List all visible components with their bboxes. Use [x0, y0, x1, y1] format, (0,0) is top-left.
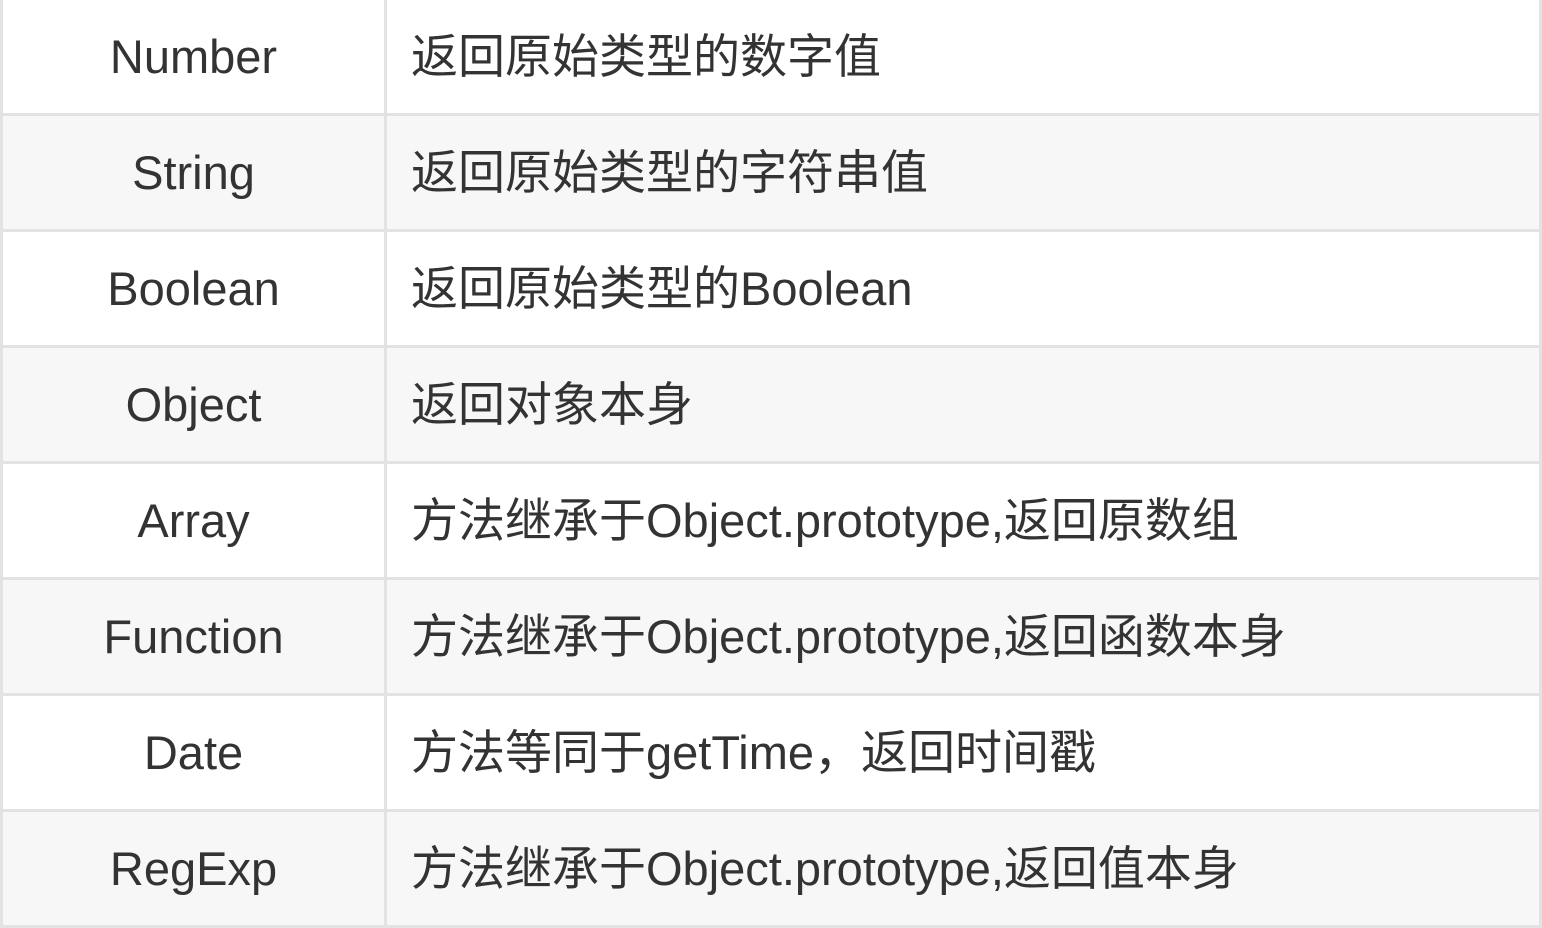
table-row: Date 方法等同于getTime，返回时间戳: [0, 693, 1542, 812]
description-cell: 返回对象本身: [384, 345, 1542, 464]
description-cell: 返回原始类型的数字值: [384, 0, 1542, 116]
table-row: RegExp 方法继承于Object.prototype,返回值本身: [0, 809, 1542, 928]
description-cell: 返回原始类型的字符串值: [384, 113, 1542, 232]
table-row: String 返回原始类型的字符串值: [0, 113, 1542, 232]
description-cell: 方法继承于Object.prototype,返回原数组: [384, 461, 1542, 580]
valueof-return-table: Number 返回原始类型的数字值 String 返回原始类型的字符串值 Boo…: [0, 0, 1542, 928]
type-cell: Number: [0, 0, 387, 116]
type-cell: Boolean: [0, 229, 387, 348]
type-cell: Array: [0, 461, 387, 580]
table-body: Number 返回原始类型的数字值 String 返回原始类型的字符串值 Boo…: [0, 0, 1542, 928]
table-row: Function 方法继承于Object.prototype,返回函数本身: [0, 577, 1542, 696]
table-row: Array 方法继承于Object.prototype,返回原数组: [0, 461, 1542, 580]
type-cell: String: [0, 113, 387, 232]
type-cell: Object: [0, 345, 387, 464]
table-row: Number 返回原始类型的数字值: [0, 0, 1542, 116]
description-cell: 方法继承于Object.prototype,返回函数本身: [384, 577, 1542, 696]
description-cell: 方法继承于Object.prototype,返回值本身: [384, 809, 1542, 928]
type-cell: Function: [0, 577, 387, 696]
description-cell: 方法等同于getTime，返回时间戳: [384, 693, 1542, 812]
table-row: Object 返回对象本身: [0, 345, 1542, 464]
type-cell: RegExp: [0, 809, 387, 928]
description-cell: 返回原始类型的Boolean: [384, 229, 1542, 348]
table-row: Boolean 返回原始类型的Boolean: [0, 229, 1542, 348]
type-cell: Date: [0, 693, 387, 812]
